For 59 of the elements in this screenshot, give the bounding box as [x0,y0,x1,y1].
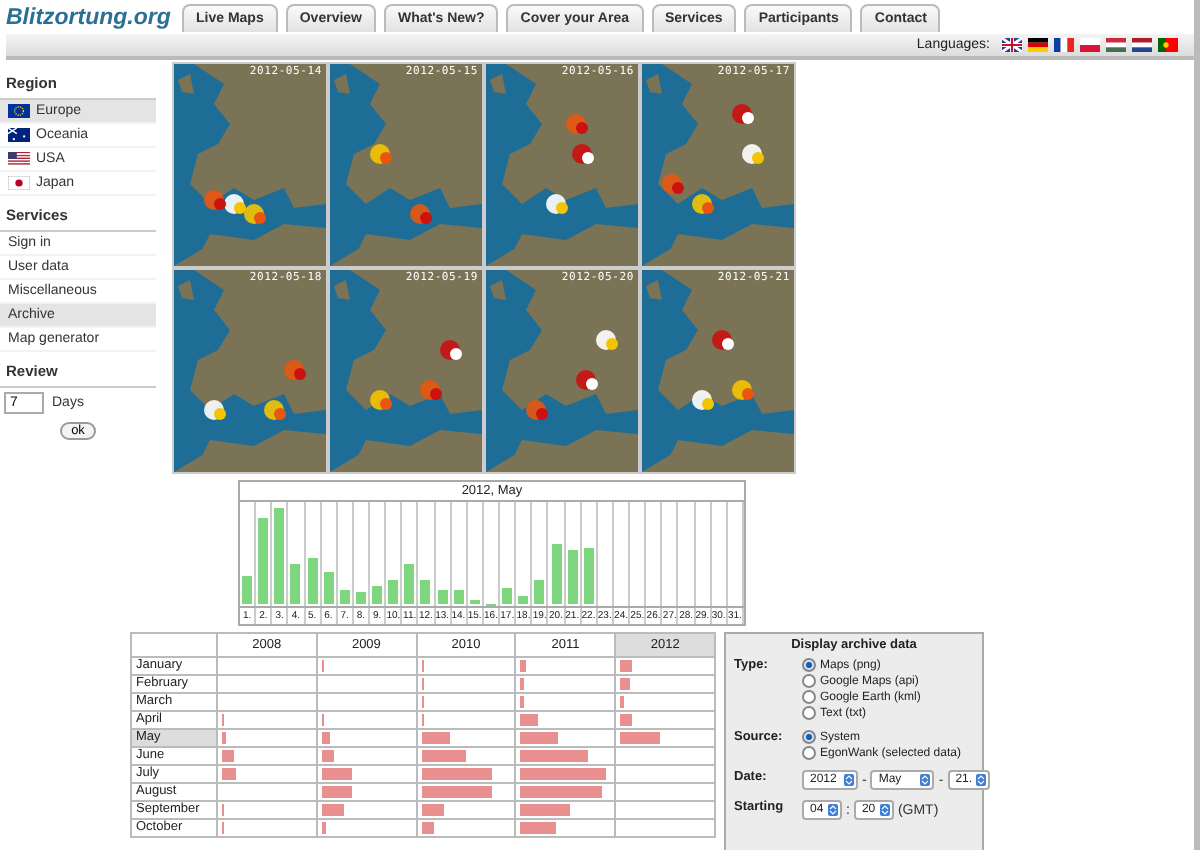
day-bar[interactable] [404,563,415,604]
activity-bar[interactable] [520,714,539,726]
flag-icon[interactable] [8,152,30,166]
day-bar[interactable] [307,558,318,604]
activity-bar[interactable] [520,822,557,834]
flag-icon[interactable] [1028,38,1048,52]
activity-bar[interactable] [321,804,344,816]
stepper-icon [828,804,838,816]
day-bar[interactable] [551,544,561,604]
day-bar[interactable] [469,599,480,604]
activity-bar[interactable] [321,732,331,744]
stepper-icon [844,774,854,786]
radio-icon[interactable] [802,690,816,704]
day-bar[interactable] [502,588,513,604]
flag-icon[interactable] [1106,38,1126,52]
flag-icon[interactable] [1132,38,1152,52]
activity-bar[interactable] [421,822,435,834]
radio-icon[interactable] [802,730,816,744]
day-bar[interactable] [453,589,464,604]
stepper-icon [879,804,890,816]
activity-bar[interactable] [321,786,352,798]
activity-bar[interactable] [421,804,444,816]
flag-icon[interactable] [8,128,30,142]
day-bar[interactable] [242,575,253,604]
flag-icon[interactable] [1054,38,1074,52]
day-bar[interactable] [372,585,383,604]
activity-bar[interactable] [321,750,334,762]
day-bar[interactable] [583,548,594,604]
day-bar[interactable] [437,590,448,604]
day-bar[interactable] [518,596,529,604]
day-bar[interactable] [388,580,399,604]
site-logo[interactable]: Blitzortung.org [0,0,174,30]
flag-icon[interactable] [1002,38,1022,52]
radio-icon[interactable] [802,746,816,760]
day-bar[interactable] [274,508,285,604]
activity-bar[interactable] [321,768,353,780]
radio-icon[interactable] [802,658,816,672]
radio-icon[interactable] [802,674,816,688]
day-bar[interactable] [258,517,269,604]
activity-bar[interactable] [520,660,527,672]
activity-bar[interactable] [520,732,559,744]
day-bar[interactable] [567,549,578,604]
flag-icon[interactable] [8,176,30,190]
day-bar[interactable] [290,563,301,604]
activity-bar[interactable] [620,732,661,744]
corner-cell [131,633,217,657]
day-bar[interactable] [355,592,366,604]
activity-bar[interactable] [321,822,327,834]
stepper-icon [920,774,931,786]
day-bar[interactable] [534,580,545,604]
radio-icon[interactable] [802,706,816,720]
day-bar[interactable] [339,590,350,604]
day-bar[interactable] [420,580,431,604]
table-cell [217,675,317,693]
day-bar[interactable] [323,572,334,604]
activity-bar[interactable] [222,732,227,744]
stepper-icon [976,774,987,786]
activity-bar[interactable] [421,732,451,744]
activity-bar[interactable] [421,750,466,762]
